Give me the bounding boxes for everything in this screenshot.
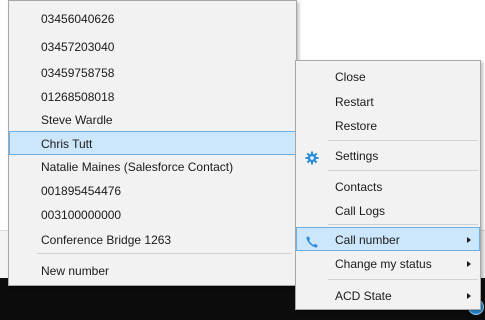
recent-number-label: 03457203040 <box>41 40 115 54</box>
recent-contact-label: Conference Bridge 1263 <box>41 233 172 247</box>
menu-separator <box>328 170 478 171</box>
change-status-menu-item[interactable]: Change my status <box>296 251 480 275</box>
recent-number-item[interactable]: 03457203040 <box>9 34 296 58</box>
recent-number-item[interactable]: 03459758758 <box>9 60 296 84</box>
menu-separator <box>328 224 478 225</box>
phone-icon <box>305 233 319 248</box>
restart-label: Restart <box>335 95 374 109</box>
restart-menu-item[interactable]: Restart <box>296 89 480 113</box>
gear-icon <box>305 149 319 165</box>
recent-contact-label: Natalie Maines (Salesforce Contact) <box>41 160 234 174</box>
contacts-label: Contacts <box>335 180 383 194</box>
chevron-right-icon <box>467 293 471 299</box>
recent-number-label: 03459758758 <box>41 66 115 80</box>
call-logs-menu-item[interactable]: Call Logs <box>296 198 480 222</box>
recent-number-item[interactable]: 01268508018 <box>9 84 296 108</box>
recent-number-item[interactable]: 001895454476 <box>9 178 296 202</box>
settings-label: Settings <box>335 149 379 163</box>
menu-separator <box>328 279 478 280</box>
menu-separator <box>328 140 478 141</box>
recent-numbers-menu: 03456040626 03457203040 03459758758 0126… <box>8 0 297 286</box>
call-number-menu-item[interactable]: Call number <box>296 227 480 251</box>
menu-separator <box>37 253 292 254</box>
tray-context-menu: Close Restart Restore Settings Contacts … <box>295 60 481 310</box>
change-status-label: Change my status <box>335 257 432 271</box>
restore-menu-item[interactable]: Restore <box>296 113 480 137</box>
close-label: Close <box>335 70 366 84</box>
acd-state-label: ACD State <box>335 289 392 303</box>
recent-contact-item[interactable]: Natalie Maines (Salesforce Contact) <box>9 154 296 178</box>
recent-number-label: 001895454476 <box>41 184 122 198</box>
chevron-right-icon <box>467 237 471 243</box>
call-logs-label: Call Logs <box>335 204 386 218</box>
restore-label: Restore <box>335 119 378 133</box>
recent-number-item[interactable]: 003100000000 <box>9 202 296 226</box>
new-number-label: New number <box>41 264 110 278</box>
recent-contact-item[interactable]: Steve Wardle <box>9 107 296 131</box>
chevron-right-icon <box>467 261 471 267</box>
close-menu-item[interactable]: Close <box>296 64 480 88</box>
recent-contact-label: Chris Tutt <box>41 137 93 151</box>
recent-number-label: 003100000000 <box>41 208 122 222</box>
settings-menu-item[interactable]: Settings <box>296 143 480 167</box>
recent-number-label: 03456040626 <box>41 12 115 26</box>
call-number-label: Call number <box>335 233 400 247</box>
contacts-menu-item[interactable]: Contacts <box>296 174 480 198</box>
new-number-item[interactable]: New number <box>9 258 296 282</box>
recent-number-item[interactable]: 03456040626 <box>9 6 296 30</box>
recent-number-label: 01268508018 <box>41 90 115 104</box>
recent-contact-item[interactable]: Conference Bridge 1263 <box>9 227 296 251</box>
recent-contact-item-selected[interactable]: Chris Tutt <box>9 131 296 155</box>
acd-state-menu-item[interactable]: ACD State <box>296 283 480 307</box>
recent-contact-label: Steve Wardle <box>41 113 113 127</box>
